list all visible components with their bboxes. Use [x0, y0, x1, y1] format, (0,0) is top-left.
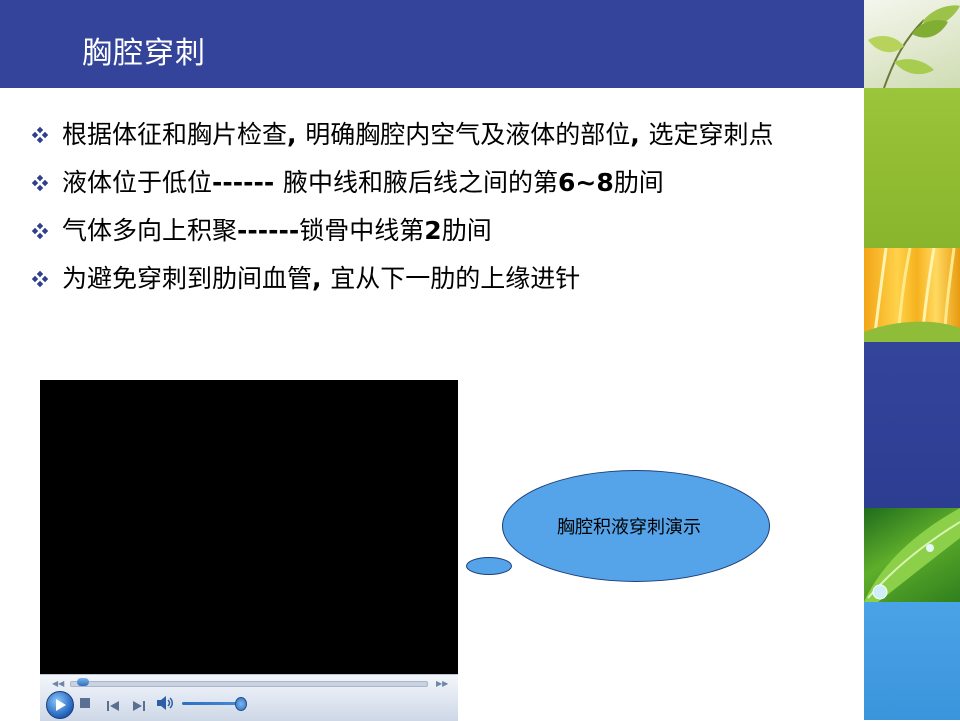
bullet-text-segment: 气体多向上积聚	[62, 216, 238, 245]
bullet-text-segment: 2	[424, 216, 442, 245]
orange-grass-panel	[864, 247, 960, 343]
grass-illustration	[864, 247, 960, 343]
previous-button[interactable]	[106, 697, 120, 716]
slide-title: 胸腔穿刺	[82, 36, 206, 71]
bullet-text-segment: 肋间	[441, 216, 492, 245]
light-blue-panel	[864, 602, 960, 720]
bullet-text-segment: 为避免穿刺到肋间血管	[62, 264, 313, 293]
leaves-illustration	[868, 5, 960, 89]
bullet-text-segment: ,	[630, 120, 649, 149]
next-icon	[133, 701, 145, 711]
bullet-text-segment: 根据体征和胸片检查	[62, 120, 288, 149]
diamond-bullet-icon	[31, 270, 49, 288]
diamond-bullet-icon	[31, 222, 49, 240]
bullet-text-segment: 液体位于低位	[62, 168, 213, 197]
bullet-text-segment: ------	[212, 168, 283, 197]
speaker-icon	[157, 696, 173, 710]
bullet-text-segment: 宜从下一肋的上缘进针	[330, 264, 581, 293]
stop-button[interactable]	[80, 698, 90, 708]
bullet-item: 液体位于低位------ 腋中线和腋后线之间的第6~8肋间	[30, 166, 850, 200]
bullet-text-segment: 腋中线和腋后线之间的第	[282, 168, 558, 197]
bullet-text-segment: ------	[237, 216, 300, 245]
volume-thumb[interactable]	[234, 697, 247, 711]
volume-button[interactable]	[156, 695, 174, 715]
bullet-text-segment: 明确胸腔内空气及液体的部位	[305, 120, 631, 149]
bullet-item: 根据体征和胸片检查, 明确胸腔内空气及液体的部位, 选定穿刺点	[30, 118, 850, 152]
bullet-text-segment: 6~8	[558, 168, 614, 197]
previous-icon	[107, 701, 119, 711]
bullet-list: 根据体征和胸片检查, 明确胸腔内空气及液体的部位, 选定穿刺点 液体位于低位---…	[30, 118, 850, 310]
dark-blue-panel	[864, 342, 960, 508]
play-icon	[56, 699, 66, 711]
seek-right-icon[interactable]: ▶▶	[436, 679, 448, 688]
bullet-text-segment: ,	[287, 120, 306, 149]
seek-bar[interactable]	[70, 681, 428, 687]
play-button[interactable]	[46, 691, 74, 719]
green-panel	[864, 88, 960, 248]
seek-thumb[interactable]	[77, 678, 90, 686]
next-button[interactable]	[132, 697, 146, 716]
video-player[interactable]	[40, 380, 458, 720]
leaves-image-panel	[864, 0, 960, 89]
callout-text: 胸腔积液穿刺演示	[557, 517, 701, 538]
decorative-side-column	[864, 0, 960, 720]
bullet-text-segment: ,	[312, 264, 331, 293]
video-screen[interactable]	[40, 380, 458, 674]
bullet-item: 气体多向上积聚------锁骨中线第2肋间	[30, 214, 850, 248]
player-control-bar: ◀◀ ▶▶	[40, 674, 458, 721]
callout-ellipse: 胸腔积液穿刺演示	[502, 470, 770, 582]
bullet-text-segment: 选定穿刺点	[648, 120, 774, 149]
leaf-droplet-illustration	[864, 508, 960, 602]
leaf-droplet-panel	[864, 508, 960, 602]
bullet-text-segment: 肋间	[613, 168, 664, 197]
title-bar: 胸腔穿刺	[0, 0, 864, 88]
callout-bubble	[466, 557, 512, 575]
bullet-text-segment: 锁骨中线第	[299, 216, 425, 245]
bullet-item: 为避免穿刺到肋间血管, 宜从下一肋的上缘进针	[30, 262, 850, 296]
diamond-bullet-icon	[31, 126, 49, 144]
diamond-bullet-icon	[31, 174, 49, 192]
seek-left-icon[interactable]: ◀◀	[52, 679, 64, 688]
